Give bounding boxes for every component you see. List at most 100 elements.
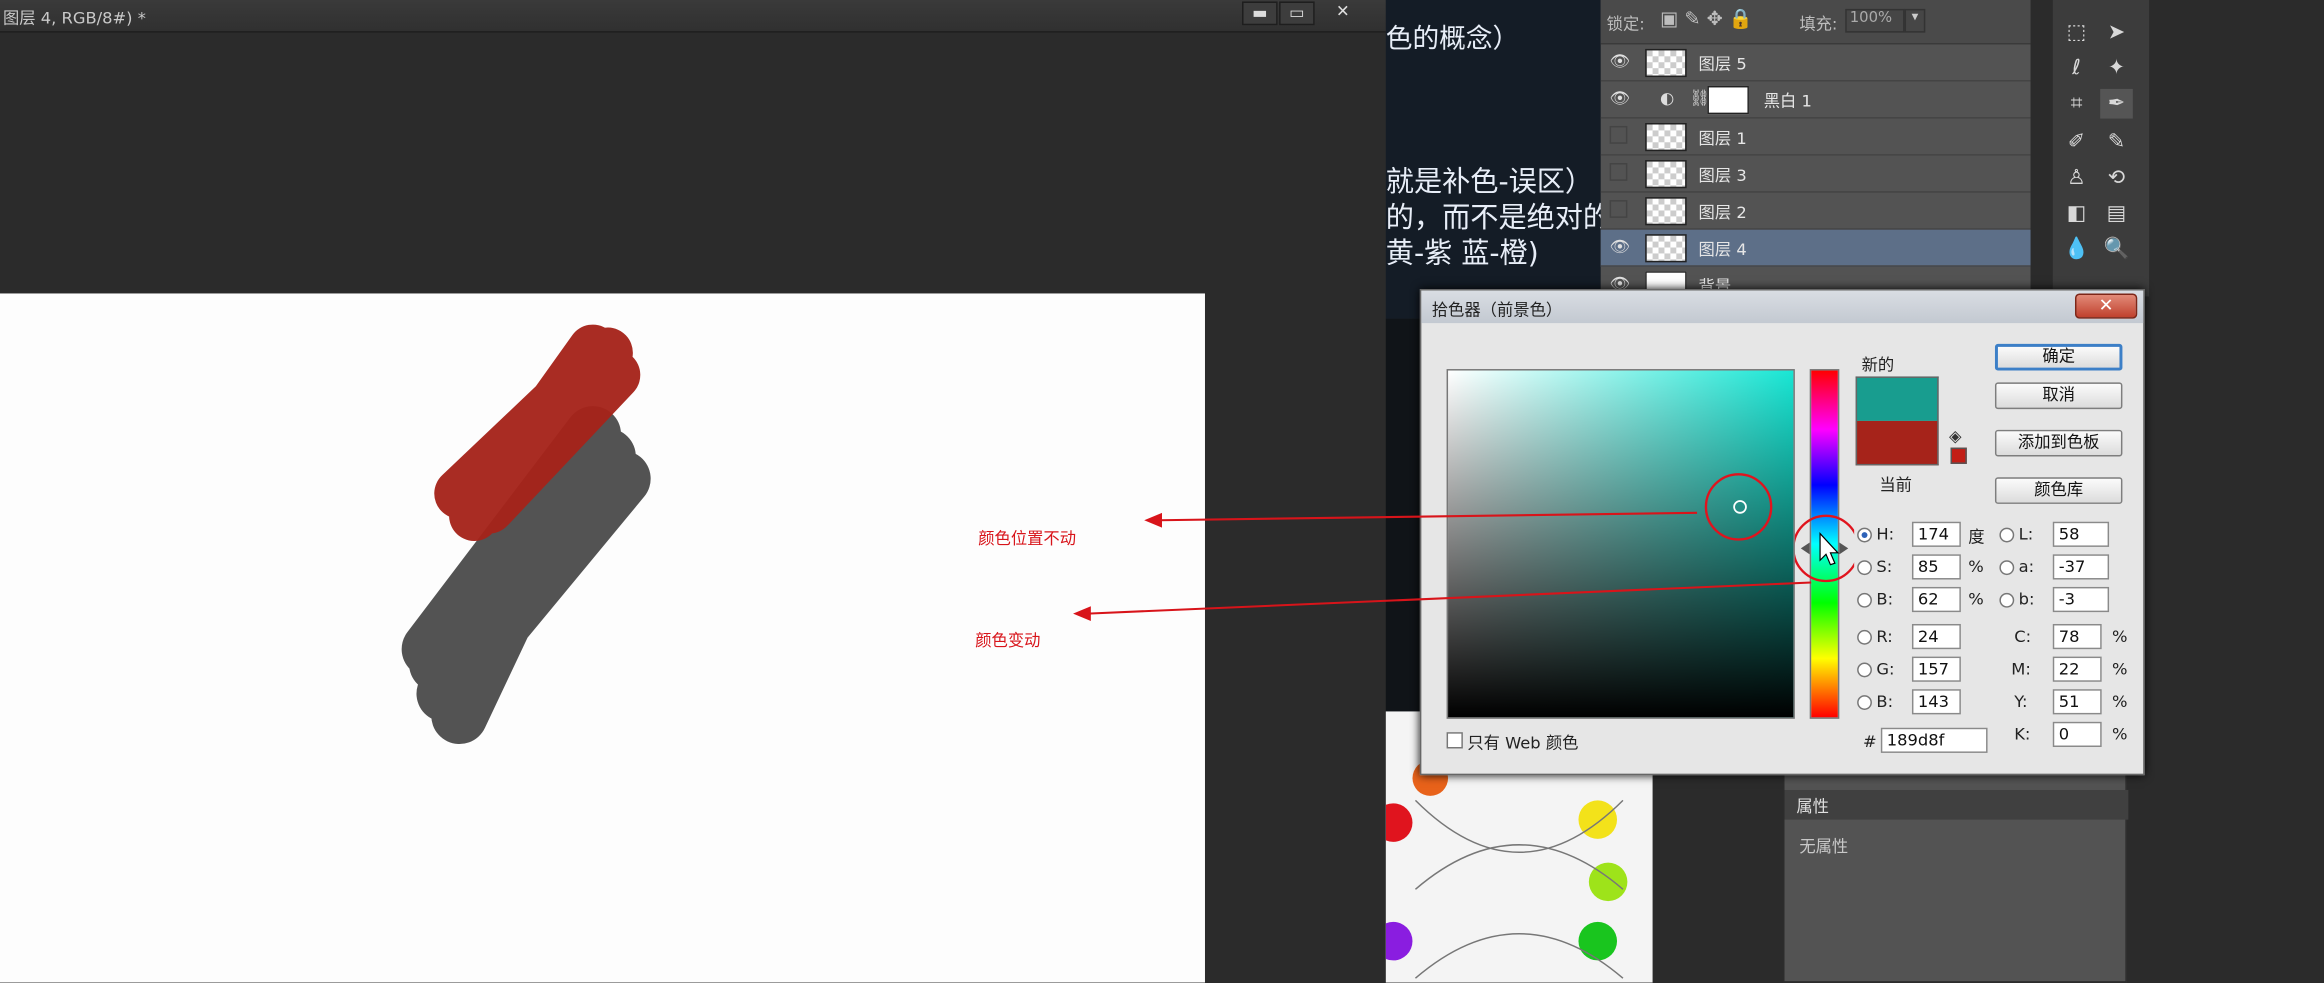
- h-unit: 度: [1968, 527, 1985, 547]
- m-label: M:: [2011, 659, 2031, 679]
- radio-l[interactable]: [1999, 527, 2015, 543]
- magic-wand-icon[interactable]: ✦: [2100, 53, 2133, 83]
- y-label: Y:: [2014, 692, 2028, 712]
- new-color-label: 新的: [1861, 355, 1895, 375]
- brush-tool-icon[interactable]: ✎: [2100, 127, 2133, 157]
- dodge-tool-icon[interactable]: 🔍: [2100, 234, 2133, 264]
- a-field[interactable]: -37: [2052, 554, 2110, 580]
- s-field[interactable]: 85: [1911, 554, 1961, 580]
- add-to-swatches-button[interactable]: 添加到色板: [1994, 429, 2123, 457]
- radio-blue[interactable]: [1857, 695, 1872, 710]
- layer-name: 图层 2: [1698, 203, 1747, 223]
- color-libraries-button[interactable]: 颜色库: [1994, 477, 2123, 504]
- l-label: L:: [2018, 524, 2034, 544]
- slide-line-2: 就是补色-误区）: [1385, 165, 1594, 199]
- saturation-brightness-field[interactable]: [1446, 369, 1795, 719]
- cube-icon[interactable]: ◈: [1949, 427, 1962, 446]
- marquee-tool-icon[interactable]: ⬚: [2060, 18, 2093, 48]
- radio-a[interactable]: [1999, 560, 2015, 576]
- layer-name: 图层 1: [1698, 128, 1747, 149]
- m-field[interactable]: 22: [2052, 656, 2102, 682]
- layer-row-selected[interactable]: 👁 图层 4: [1600, 229, 2031, 267]
- radio-brightness[interactable]: [1857, 592, 1872, 608]
- y-unit: %: [2112, 692, 2128, 712]
- radio-s[interactable]: [1857, 560, 1872, 576]
- h-field[interactable]: 174: [1911, 521, 1961, 547]
- hidden-eye-box[interactable]: [1609, 125, 1628, 144]
- properties-tab[interactable]: 属性: [1796, 794, 1829, 818]
- eye-icon[interactable]: 👁: [1610, 52, 1631, 73]
- r-field[interactable]: 24: [1911, 623, 1961, 650]
- layers-panel: 锁定: ▣ ✎ ✥ 🔒 填充: 100% ▾ 👁 图层 5 👁 ◐ ⛓ 黑白 1…: [1600, 0, 2031, 304]
- minimize-button[interactable]: ▬: [1242, 1, 1278, 26]
- layer-row[interactable]: 图层 3: [1600, 156, 2031, 193]
- annotation-color-changes: 颜色变动: [975, 631, 1041, 651]
- hex-label: #: [1863, 732, 1877, 752]
- blur-tool-icon[interactable]: 💧: [2060, 234, 2093, 264]
- gamut-warning-icon[interactable]: [1950, 447, 1967, 464]
- web-only-checkbox[interactable]: [1446, 732, 1463, 749]
- current-color-swatch[interactable]: [1855, 420, 1939, 466]
- s-unit: %: [1968, 557, 1984, 577]
- g-label: G:: [1876, 659, 1895, 679]
- layer-row[interactable]: 👁 ◐ ⛓ 黑白 1: [1600, 82, 2031, 119]
- blue-field[interactable]: 143: [1911, 689, 1961, 715]
- layer-row[interactable]: 图层 2: [1600, 193, 2031, 230]
- history-brush-icon[interactable]: ⟲: [2100, 163, 2133, 193]
- m-unit: %: [2112, 659, 2128, 679]
- h-label: H:: [1876, 524, 1895, 544]
- hidden-eye-box[interactable]: [1609, 163, 1628, 181]
- cancel-button[interactable]: 取消: [1994, 382, 2123, 410]
- move-tool-icon[interactable]: ➤: [2100, 18, 2133, 48]
- lasso-tool-icon[interactable]: ℓ: [2060, 53, 2093, 83]
- eye-icon[interactable]: 👁: [1610, 237, 1631, 258]
- adjustment-icon: ◐: [1659, 88, 1675, 109]
- radio-h[interactable]: [1857, 527, 1872, 543]
- healing-brush-icon[interactable]: ✐: [2060, 127, 2093, 157]
- layer-thumbnail: [1645, 48, 1687, 78]
- close-button[interactable]: ✕: [1325, 1, 1361, 25]
- stamp-tool-icon[interactable]: ♙: [2060, 163, 2093, 193]
- y-field[interactable]: 51: [2052, 689, 2102, 715]
- k-unit: %: [2112, 724, 2128, 745]
- document-title-bar[interactable]: 图层 4, RGB/8#) * ▬ ▭ ✕: [0, 0, 1386, 33]
- c-field[interactable]: 78: [2052, 623, 2102, 650]
- hue-slider-handle[interactable]: [1794, 508, 1855, 597]
- layer-row[interactable]: 👁 图层 5: [1600, 44, 2031, 82]
- fill-label: 填充:: [1799, 14, 1838, 35]
- lock-icons[interactable]: ▣ ✎ ✥ 🔒: [1660, 9, 1753, 31]
- radio-r[interactable]: [1857, 629, 1872, 645]
- eye-icon[interactable]: 👁: [1610, 89, 1631, 110]
- brightness-field[interactable]: 62: [1911, 586, 1961, 613]
- ok-button[interactable]: 确定: [1994, 343, 2123, 371]
- hex-field[interactable]: 189d8f: [1880, 727, 1988, 753]
- lab-b-field[interactable]: -3: [2052, 586, 2110, 613]
- slide-line-3: 的，而不是绝对的: [1385, 201, 1612, 235]
- layer-row[interactable]: 图层 1: [1600, 119, 2031, 156]
- k-field[interactable]: 0: [2052, 721, 2102, 747]
- r-label: R:: [1876, 626, 1893, 647]
- crop-tool-icon[interactable]: ⌗: [2060, 89, 2093, 119]
- c-label: C:: [2014, 626, 2032, 647]
- eraser-tool-icon[interactable]: ◧: [2060, 199, 2093, 229]
- g-field[interactable]: 157: [1911, 656, 1961, 682]
- fill-dropdown-icon[interactable]: ▾: [1904, 8, 1926, 33]
- dialog-title-bar[interactable]: 拾色器（前景色） ✕: [1421, 290, 2144, 324]
- a-label: a:: [2018, 557, 2035, 577]
- dialog-close-icon[interactable]: ✕: [2074, 293, 2138, 319]
- document-title: 图层 4, RGB/8#) *: [2, 8, 146, 29]
- fill-field[interactable]: 100%: [1845, 8, 1905, 33]
- brightness-unit: %: [1968, 589, 1984, 610]
- maximize-button[interactable]: ▭: [1279, 1, 1315, 26]
- lock-bar: 锁定: ▣ ✎ ✥ 🔒 填充: 100% ▾: [1600, 0, 2031, 45]
- annotation-position-fixed: 颜色位置不动: [978, 529, 1077, 549]
- radio-g[interactable]: [1857, 662, 1872, 678]
- hidden-eye-box[interactable]: [1609, 200, 1628, 218]
- eyedropper-tool-icon[interactable]: ✒: [2100, 88, 2133, 119]
- canvas[interactable]: 颜色位置不动 颜色变动: [0, 293, 1205, 983]
- l-field[interactable]: 58: [2052, 521, 2110, 547]
- web-only-label: 只有 Web 颜色: [1467, 733, 1579, 753]
- dialog-title: 拾色器（前景色）: [1431, 300, 1563, 321]
- radio-lab-b[interactable]: [1999, 592, 2015, 608]
- gradient-tool-icon[interactable]: ▤: [2100, 199, 2133, 229]
